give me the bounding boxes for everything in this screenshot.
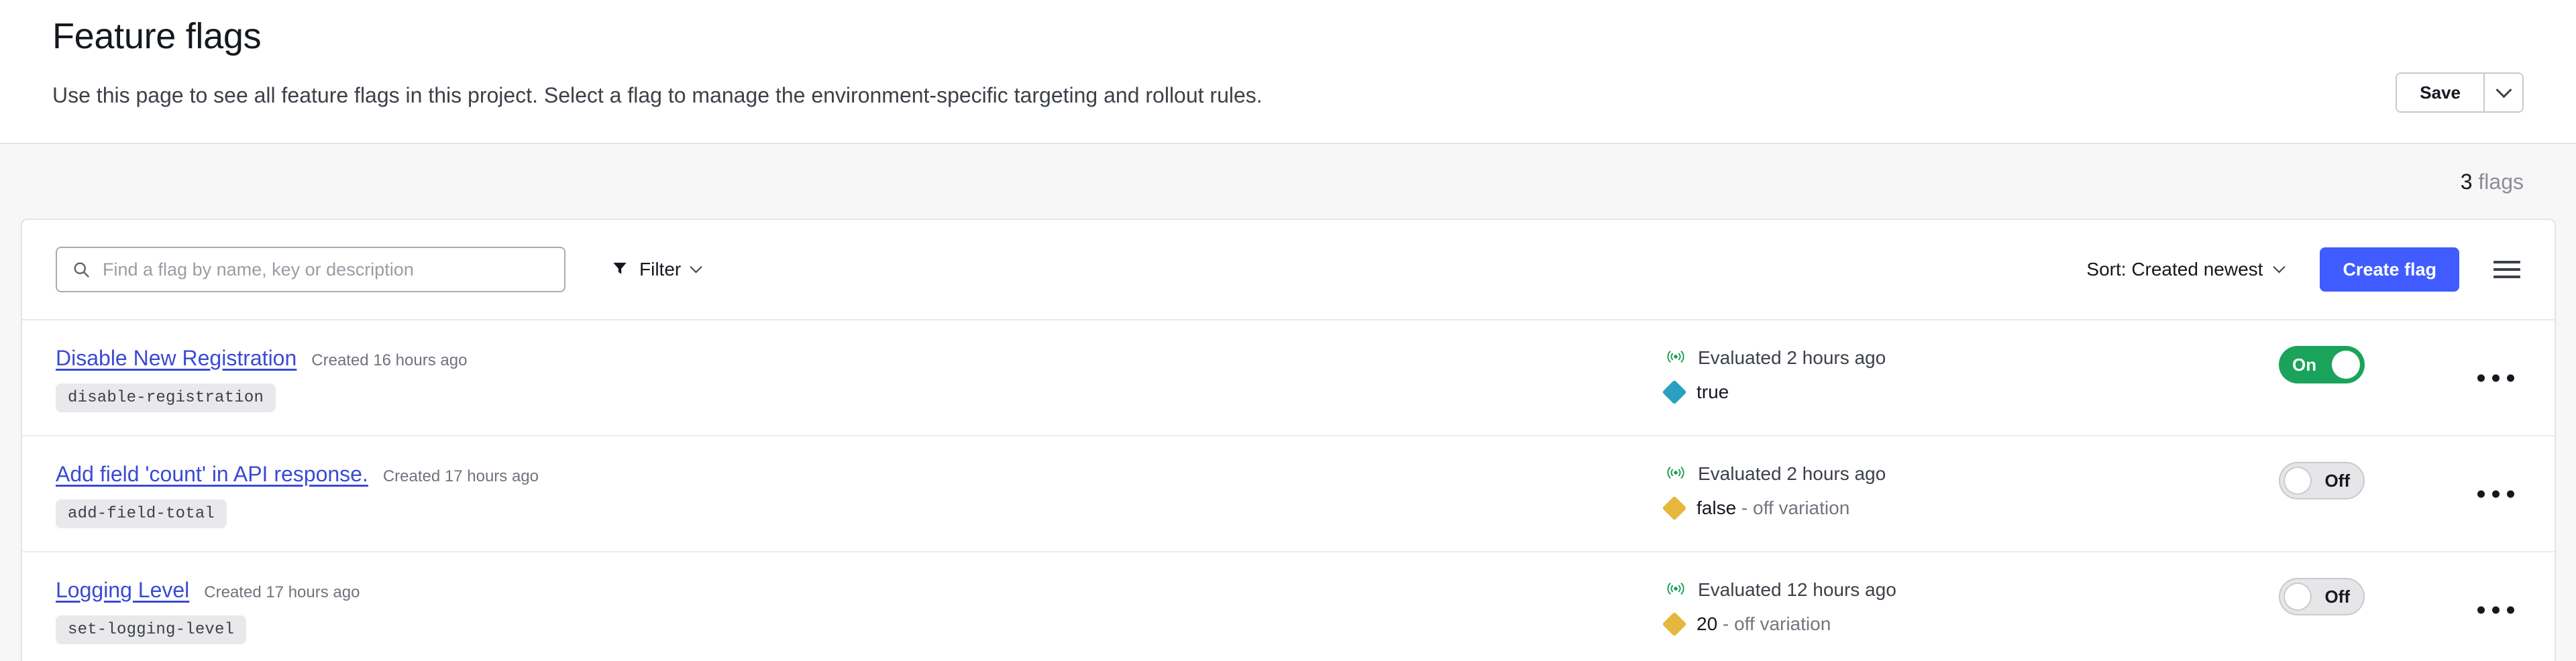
flag-created-time: Created 16 hours ago (311, 351, 468, 369)
funnel-icon (611, 259, 629, 280)
page-header: Feature flags Use this page to see all f… (0, 0, 2576, 144)
flag-name-link[interactable]: Add field 'count' in API response. (56, 462, 368, 487)
variation-color-swatch (1662, 611, 1687, 637)
flag-toggle-label: Off (2324, 586, 2350, 607)
variation-text: false - off variation (1697, 497, 1849, 519)
save-button[interactable]: Save (2397, 74, 2483, 111)
variation-suffix: - off variation (1736, 497, 1850, 518)
flags-list: Disable New Registration Created 16 hour… (22, 320, 2555, 661)
flag-toggle[interactable]: On (2279, 346, 2365, 383)
header-actions: Save (2396, 72, 2524, 113)
save-dropdown-button[interactable] (2483, 74, 2522, 111)
toggle-knob (2284, 583, 2312, 611)
flag-created-time: Created 17 hours ago (204, 583, 360, 601)
flag-info: Logging Level Created 17 hours ago set-l… (56, 575, 1666, 644)
flag-key-pill: set-logging-level (56, 615, 247, 644)
flag-toggle-label: Off (2324, 470, 2350, 491)
variation-color-swatch (1662, 495, 1687, 521)
variation-value: true (1697, 381, 1729, 402)
flag-key-pill: add-field-total (56, 499, 227, 528)
flag-name-line: Disable New Registration Created 16 hour… (56, 346, 1666, 371)
evaluation-time: Evaluated 2 hours ago (1698, 463, 1886, 484)
flag-count: 3 flags (2461, 170, 2524, 194)
broadcast-icon (1666, 349, 1686, 368)
flag-toggle-label: On (2292, 354, 2317, 375)
evaluation-line: Evaluated 2 hours ago (1666, 347, 2256, 369)
page-description: Use this page to see all feature flags i… (52, 83, 1263, 107)
feature-flags-page: Feature flags Use this page to see all f… (0, 0, 2576, 661)
page-title: Feature flags (52, 16, 262, 56)
flag-name-link[interactable]: Disable New Registration (56, 346, 297, 371)
flags-card: Filter Sort: Created newest Create flag … (21, 219, 2556, 661)
variation-value: 20 (1697, 613, 1718, 634)
save-split-button[interactable]: Save (2396, 72, 2524, 113)
evaluation-line: Evaluated 2 hours ago (1666, 463, 2256, 485)
flag-name-link[interactable]: Logging Level (56, 578, 189, 603)
variation-line: true (1662, 379, 2256, 405)
broadcast-icon (1666, 465, 1686, 484)
variation-color-swatch (1662, 379, 1687, 405)
sort-dropdown[interactable]: Sort: Created newest (2082, 249, 2288, 290)
search-icon (72, 260, 91, 279)
more-options-icon[interactable] (2472, 481, 2520, 507)
sort-label: Sort: Created newest (2086, 259, 2263, 280)
chevron-down-icon (2273, 260, 2286, 273)
evaluation-line: Evaluated 12 hours ago (1666, 579, 2256, 601)
flag-evaluation: Evaluated 2 hours ago false - off variat… (1662, 459, 2256, 521)
flag-evaluation: Evaluated 12 hours ago 20 - off variatio… (1662, 575, 2256, 637)
evaluation-time: Evaluated 12 hours ago (1698, 579, 1896, 600)
toggle-knob (2284, 467, 2312, 495)
flag-created-time: Created 17 hours ago (382, 467, 539, 485)
table-row[interactable]: Disable New Registration Created 16 hour… (22, 320, 2555, 436)
more-options-icon[interactable] (2472, 365, 2520, 391)
broadcast-icon (1666, 581, 1686, 600)
variation-text: true (1697, 381, 1729, 403)
evaluation-time: Evaluated 2 hours ago (1698, 347, 1886, 368)
toggle-knob (2332, 351, 2360, 379)
flag-toggle[interactable]: Off (2279, 578, 2365, 615)
search-input[interactable] (103, 259, 549, 280)
create-flag-button[interactable]: Create flag (2320, 247, 2459, 292)
list-view-icon[interactable] (2489, 251, 2525, 288)
variation-line: false - off variation (1662, 495, 2256, 521)
flag-count-number: 3 (2460, 169, 2473, 194)
flags-toolbar: Filter Sort: Created newest Create flag (22, 220, 2555, 320)
chevron-down-icon (2495, 81, 2512, 98)
filter-button[interactable]: Filter (606, 249, 706, 290)
flag-count-bar: 3 flags (0, 144, 2576, 219)
flag-toggle[interactable]: Off (2279, 462, 2365, 499)
flag-evaluation: Evaluated 2 hours ago true (1662, 343, 2256, 405)
flag-count-unit: flags (2478, 169, 2524, 194)
variation-suffix: - off variation (1717, 613, 1831, 634)
flag-name-line: Add field 'count' in API response. Creat… (56, 462, 1666, 487)
search-box[interactable] (56, 247, 566, 292)
table-row[interactable]: Add field 'count' in API response. Creat… (22, 436, 2555, 552)
table-row[interactable]: Logging Level Created 17 hours ago set-l… (22, 552, 2555, 661)
variation-line: 20 - off variation (1662, 611, 2256, 637)
flag-key-pill: disable-registration (56, 383, 276, 412)
flag-info: Disable New Registration Created 16 hour… (56, 343, 1666, 412)
flag-info: Add field 'count' in API response. Creat… (56, 459, 1666, 528)
variation-value: false (1697, 497, 1737, 518)
flag-name-line: Logging Level Created 17 hours ago (56, 578, 1666, 603)
chevron-down-icon (690, 260, 702, 273)
more-options-icon[interactable] (2472, 597, 2520, 623)
filter-label: Filter (639, 259, 682, 280)
variation-text: 20 - off variation (1697, 613, 1831, 635)
